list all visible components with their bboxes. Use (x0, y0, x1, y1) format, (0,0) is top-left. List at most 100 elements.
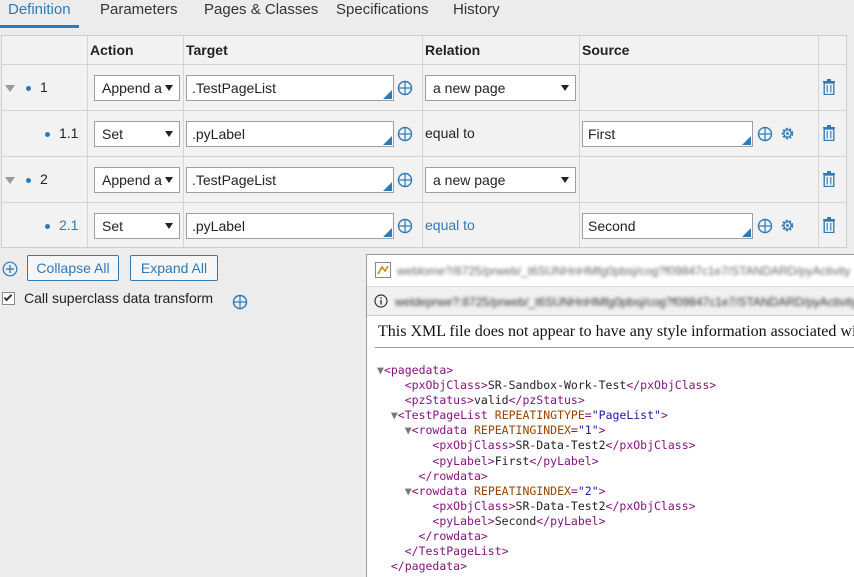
tab-specifications[interactable]: Specifications (336, 0, 429, 28)
table-row: 2.1 Set .pyLabel equal to Second (2, 203, 846, 247)
chevron-down-icon (165, 85, 173, 91)
xml-attr-value: "PageList" (591, 408, 661, 423)
crosshair-icon[interactable] (397, 126, 413, 142)
bullet-icon (45, 224, 50, 229)
xml-tag: pyLabel (550, 513, 599, 528)
xml-attr: REPEATINGINDEX (473, 423, 571, 438)
expand-all-button[interactable]: Expand All (130, 255, 218, 281)
crosshair-icon[interactable] (757, 218, 773, 234)
tab-definition[interactable]: Definition (0, 0, 79, 28)
collapse-triangle-icon[interactable] (5, 177, 15, 184)
xml-style-notice: This XML file does not appear to have an… (378, 323, 854, 340)
target-input[interactable]: .TestPageList (186, 167, 394, 193)
xml-tag: pyLabel (543, 453, 592, 468)
row-number: 2 (40, 171, 48, 187)
table-row: 1.1 Set .pyLabel equal to First (2, 111, 846, 156)
tab-parameters[interactable]: Parameters (100, 0, 178, 28)
crosshair-icon[interactable] (397, 80, 413, 96)
xml-tag: rowdata (432, 468, 481, 483)
relation-text: equal to (425, 217, 475, 233)
xml-tag: pzStatus (522, 393, 578, 408)
expand-triangle-icon[interactable]: ▼ (377, 363, 384, 377)
action-select[interactable]: Append a (94, 75, 180, 101)
crosshair-icon[interactable] (757, 126, 773, 142)
expand-triangle-icon[interactable]: ▼ (405, 484, 412, 498)
checkmark-icon (3, 292, 13, 302)
superclass-checkbox-label: Call superclass data transform (24, 290, 214, 306)
source-input-value: Second (588, 218, 636, 234)
trash-icon[interactable] (822, 171, 836, 187)
xml-attr-value: "2" (577, 483, 599, 498)
app-icon (375, 262, 391, 278)
xml-tag: rowdata (432, 529, 481, 544)
superclass-checkbox[interactable] (2, 292, 15, 305)
expand-triangle-icon[interactable]: ▼ (405, 423, 412, 437)
crosshair-icon[interactable] (397, 218, 413, 234)
xml-attr-value: "1" (577, 423, 599, 438)
trash-icon[interactable] (822, 125, 836, 141)
row-number: 1 (40, 79, 48, 95)
trash-icon[interactable] (822, 217, 836, 233)
action-select[interactable]: Set (94, 121, 180, 147)
xml-value: SR-Sandbox-Work-Test (487, 378, 627, 393)
xml-tree: ▼<pagedata> <pxObjClass>SR-Sandbox-Work-… (377, 363, 717, 574)
xml-tag: pxObjClass (411, 378, 481, 393)
chevron-down-icon (561, 85, 569, 91)
crosshair-icon[interactable] (397, 172, 413, 188)
gear-icon[interactable] (779, 125, 796, 142)
notice-divider (375, 347, 854, 348)
xml-tag: pyLabel (439, 513, 488, 528)
target-input[interactable]: .pyLabel (186, 121, 394, 147)
xml-browser-window: weblome?/8725/prweb/_t6SUNHnHMfg0pbsj/co… (366, 254, 854, 577)
smart-prompt-icon (383, 182, 392, 191)
target-input[interactable]: .TestPageList (186, 75, 394, 101)
trash-icon[interactable] (822, 79, 836, 95)
gear-icon[interactable] (779, 217, 796, 234)
crosshair-icon[interactable] (232, 294, 248, 310)
smart-prompt-icon (742, 136, 751, 145)
smart-prompt-icon (742, 228, 751, 237)
xml-attr: REPEATINGINDEX (473, 483, 571, 498)
action-select-value: Set (102, 126, 124, 142)
chevron-down-icon (561, 177, 569, 183)
relation-select[interactable]: a new page (425, 75, 576, 101)
xml-value: Second (494, 513, 537, 528)
xml-tag: pagedata (390, 363, 447, 377)
collapse-triangle-icon[interactable] (5, 85, 15, 92)
header-action: Action (90, 42, 134, 58)
smart-prompt-icon (383, 90, 392, 99)
address-url: weldeprwe?:8725/prweb/_t6SUNHnHMfg0pbsj/… (395, 295, 854, 309)
target-input[interactable]: .pyLabel (186, 213, 394, 239)
xml-tag: pxObjClass (619, 498, 689, 513)
address-bar[interactable]: weldeprwe?:8725/prweb/_t6SUNHnHMfg0pbsj/… (367, 286, 854, 316)
xml-tag: rowdata (418, 483, 468, 498)
table-row: 2 Append a .TestPageList a new page (2, 157, 846, 202)
xml-tag: pxObjClass (439, 438, 509, 453)
xml-tag: TestPageList (404, 408, 488, 423)
action-select-value: Set (102, 218, 124, 234)
tab-pages-classes[interactable]: Pages & Classes (204, 0, 318, 28)
collapse-all-button[interactable]: Collapse All (27, 255, 119, 281)
smart-prompt-icon (383, 136, 392, 145)
source-input[interactable]: Second (582, 213, 753, 239)
action-select[interactable]: Set (94, 213, 180, 239)
xml-tag: pxObjClass (640, 378, 710, 393)
relation-select[interactable]: a new page (425, 167, 576, 193)
row-number: 1.1 (59, 125, 79, 141)
tab-bar: Definition Parameters Pages & Classes Sp… (0, 0, 854, 30)
expand-triangle-icon[interactable]: ▼ (391, 408, 398, 422)
source-input[interactable]: First (582, 121, 753, 147)
xml-tag: TestPageList (418, 544, 502, 559)
xml-value: SR-Data-Test2 (515, 498, 606, 513)
add-row-icon[interactable] (2, 261, 18, 277)
tab-history[interactable]: History (453, 0, 500, 28)
action-select[interactable]: Append a (94, 167, 180, 193)
row-number: 2.1 (59, 217, 79, 233)
chevron-down-icon (165, 177, 173, 183)
header-target: Target (186, 42, 228, 58)
relation-text: equal to (425, 125, 475, 141)
bullet-icon (26, 86, 31, 91)
bullet-icon (45, 132, 50, 137)
table-row: 1 Append a .TestPageList a new page (2, 65, 846, 110)
info-icon[interactable] (374, 294, 388, 308)
